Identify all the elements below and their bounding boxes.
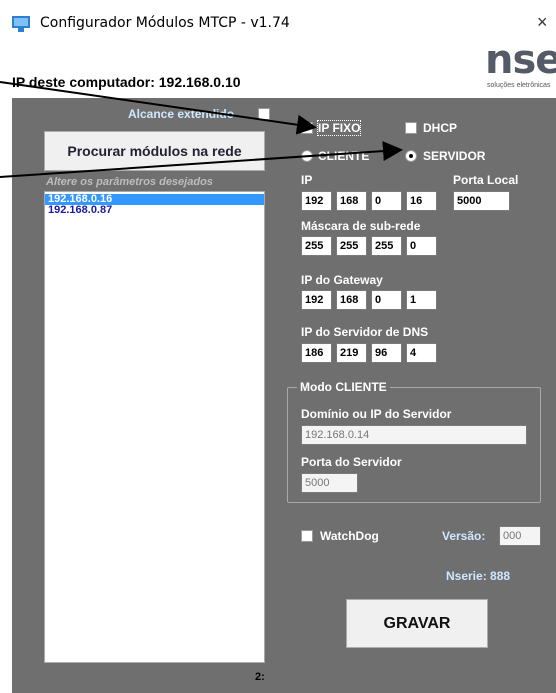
logo-sub-text: soluções eletrônicas: [487, 82, 551, 89]
close-icon[interactable]: ×: [537, 12, 548, 33]
porta-servidor-label: Porta do Servidor: [301, 455, 402, 469]
ip-octet-4-field[interactable]: 16: [406, 191, 437, 211]
gateway-label: IP do Gateway: [301, 273, 383, 287]
gateway-octet-1-field[interactable]: 192: [301, 290, 332, 310]
gateway-octet-2-field[interactable]: 168: [336, 290, 367, 310]
watchdog-label: WatchDog: [320, 529, 379, 543]
dns-octet-4-field[interactable]: 4: [406, 343, 437, 363]
porta-local-label: Porta Local: [453, 173, 519, 187]
versao-field[interactable]: 000: [499, 526, 541, 546]
logo-main-text: nse: [485, 37, 556, 83]
list-item[interactable]: 192.168.0.87: [45, 205, 264, 216]
dns-octet-1-field[interactable]: 186: [301, 343, 332, 363]
ip-octet-3-field[interactable]: 0: [371, 191, 402, 211]
nserie-label: Nserie: 888: [446, 569, 511, 583]
dns-octet-3-field[interactable]: 96: [371, 343, 402, 363]
cliente-label: CLIENTE: [318, 149, 370, 163]
alcance-checkbox[interactable]: [258, 108, 270, 120]
cliente-radio[interactable]: [301, 150, 313, 162]
window-title: Configurador Módulos MTCP - v1.74: [40, 15, 290, 31]
dns-label: IP do Servidor de DNS: [301, 325, 429, 339]
mascara-octet-4-field[interactable]: 0: [406, 236, 437, 256]
mascara-octet-3-field[interactable]: 255: [371, 236, 402, 256]
mascara-octet-1-field[interactable]: 255: [301, 236, 332, 256]
servidor-label: SERVIDOR: [423, 149, 486, 163]
dominio-field[interactable]: 192.168.0.14: [301, 425, 527, 445]
app-icon: [12, 16, 30, 32]
ip-octet-2-field[interactable]: 168: [336, 191, 367, 211]
gateway-octet-3-field[interactable]: 0: [371, 290, 402, 310]
dominio-label: Domínio ou IP do Servidor: [301, 407, 452, 421]
ip-fixo-label: IP FIXO: [316, 120, 362, 136]
versao-label: Versão:: [442, 529, 486, 543]
dhcp-checkbox[interactable]: [405, 122, 417, 134]
ip-label: IP: [301, 173, 313, 187]
computer-ip-label: IP deste computador: 192.168.0.10: [12, 74, 241, 90]
porta-servidor-field[interactable]: 5000: [301, 473, 358, 493]
search-modules-button[interactable]: Procurar módulos na rede: [44, 131, 265, 171]
dhcp-label: DHCP: [423, 121, 458, 135]
modules-list[interactable]: 192.168.0.16 192.168.0.87: [44, 191, 265, 663]
watchdog-checkbox[interactable]: [301, 530, 313, 542]
gravar-button[interactable]: GRAVAR: [346, 599, 488, 648]
porta-local-field[interactable]: 5000: [453, 191, 510, 211]
list-count: 2:: [255, 671, 265, 683]
ip-octet-1-field[interactable]: 192: [301, 191, 332, 211]
mascara-label: Máscara de sub-rede: [301, 219, 421, 233]
ip-fixo-checkbox[interactable]: [301, 120, 313, 134]
list-hint: Altere os parâmetros desejados: [46, 176, 213, 188]
dns-octet-2-field[interactable]: 219: [336, 343, 367, 363]
servidor-radio[interactable]: [405, 150, 417, 162]
mascara-octet-2-field[interactable]: 255: [336, 236, 367, 256]
nse-logo: nse soluções eletrônicas: [485, 40, 556, 90]
alcance-label: Alcance extendido: [128, 107, 235, 121]
modo-cliente-title: Modo CLIENTE: [297, 380, 390, 394]
gateway-octet-4-field[interactable]: 1: [406, 290, 437, 310]
